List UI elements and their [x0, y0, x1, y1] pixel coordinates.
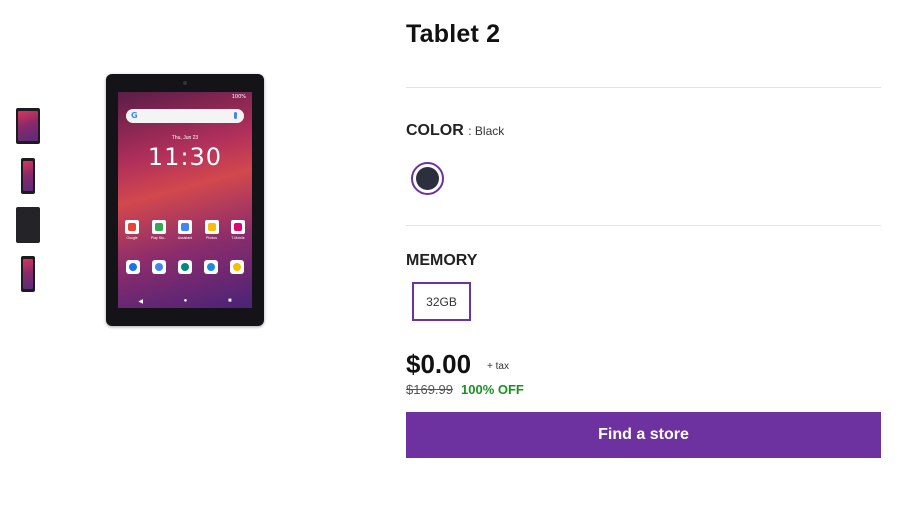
dock-chrome-icon [230, 260, 244, 274]
google-icon: G [131, 111, 138, 120]
dock-chat-icon [152, 260, 166, 274]
thumbnail-angle[interactable] [16, 158, 40, 194]
thumbnail-side[interactable] [16, 256, 40, 292]
app-play-store: Play Sto.. [151, 220, 167, 240]
front-camera [183, 81, 187, 85]
find-a-store-button[interactable]: Find a store [406, 412, 881, 458]
tablet-screen: 100% G Thu, Jun 23 11:30 Google Play Sto… [118, 92, 252, 308]
app-photos: Photos [204, 220, 220, 240]
app-dock [126, 260, 244, 274]
color-label: COLOR [406, 122, 464, 139]
status-bar: 100% [231, 94, 246, 100]
tablet-device: 100% G Thu, Jun 23 11:30 Google Play Sto… [106, 74, 264, 326]
app-assistant: Assistant [177, 220, 193, 240]
nav-back-icon: ◀ [138, 299, 143, 305]
nav-recents-icon: ■ [228, 298, 232, 304]
android-nav-bar: ◀ ● ■ [118, 298, 252, 305]
memory-label: MEMORY [406, 252, 478, 269]
google-search-bar: G [126, 109, 244, 123]
screen-clock: 11:30 [147, 143, 223, 171]
original-price: $169.99 [406, 382, 453, 397]
thumbnail-front[interactable] [16, 108, 40, 144]
screen-date: Thu, Jun 23 [171, 135, 199, 141]
discount-badge: 100% OFF [461, 382, 524, 397]
app-t-mobile: T-Mobile [230, 220, 246, 240]
thumbnail-side-image [21, 256, 35, 292]
app-google: Google [124, 220, 140, 240]
dock-messages-icon [126, 260, 140, 274]
color-heading: COLOR : Black [406, 122, 504, 140]
thumbnail-angle-image [21, 158, 35, 194]
color-swatch-black[interactable] [411, 162, 444, 195]
tax-note: + tax [487, 361, 509, 372]
product-title: Tablet 2 [406, 20, 501, 48]
thumbnail-back[interactable] [16, 207, 40, 243]
memory-option-32gb[interactable]: 32GB [412, 282, 471, 321]
app-row: Google Play Sto.. Assistant Photos T-Mob… [124, 220, 246, 240]
product-main-image: 100% G Thu, Jun 23 11:30 Google Play Sto… [106, 74, 264, 326]
nav-home-icon: ● [183, 298, 188, 304]
divider [406, 225, 881, 226]
color-swatch-fill [416, 167, 439, 190]
current-price: $0.00 [406, 349, 472, 379]
thumbnail-back-image [16, 207, 40, 243]
divider [406, 87, 881, 88]
dock-camera-icon [204, 260, 218, 274]
memory-heading: MEMORY [406, 252, 477, 270]
thumbnail-front-image [16, 108, 40, 144]
selected-color-value: : Black [468, 124, 505, 138]
dock-settings-icon [178, 260, 192, 274]
mic-icon [234, 112, 237, 119]
